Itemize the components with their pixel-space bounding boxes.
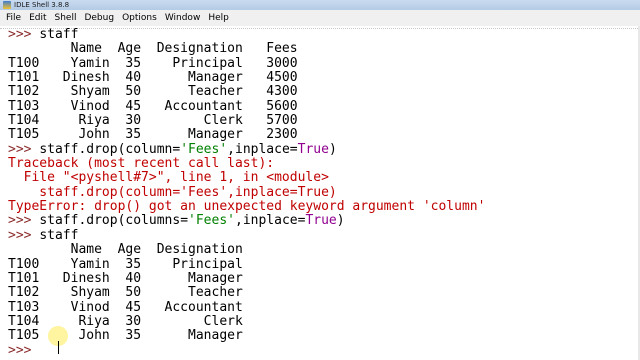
shell-text: T100 Yamin 35 Principal	[8, 256, 243, 272]
shell-text: ,inplace=	[227, 141, 298, 157]
shell-text: True	[297, 141, 329, 157]
shell-text: 'Fees'	[180, 141, 228, 157]
shell-line: Name Age Designation	[8, 242, 485, 258]
shell-prompt: >>>	[8, 342, 40, 358]
menu-options[interactable]: Options	[118, 13, 161, 23]
shell-text: T104 Riya 30 Clerk 5700	[8, 113, 298, 129]
shell-text: staff.drop(column='Fees',inplace=True)	[8, 184, 337, 200]
shell-line: Name Age Designation Fees	[8, 42, 485, 56]
shell-text: staff	[39, 27, 79, 42]
shell-output: >>> staff Name Age Designation Fees T100 …	[8, 27, 486, 358]
shell-line: TypeError: drop() got an unexpected keyw…	[8, 199, 486, 215]
shell-line: >>>	[8, 342, 485, 358]
menu-help[interactable]: Help	[204, 13, 233, 23]
shell-line: Traceback (most recent call last):	[8, 156, 485, 172]
shell-text: staff.drop(column=	[39, 141, 181, 157]
menu-edit[interactable]: Edit	[25, 13, 50, 23]
shell-text: T103 Vinod 45 Accountant	[8, 299, 243, 315]
shell-text: Name Age Designation	[8, 242, 243, 258]
shell-text: T104 Riya 30 Clerk	[8, 313, 243, 329]
shell-text: )	[336, 213, 345, 229]
shell-text: T102 Shyam 50 Teacher	[8, 285, 243, 301]
shell-text: T101 Dinesh 40 Manager 4500	[8, 70, 298, 86]
shell-text: T105 John 35 Manager 2300	[8, 127, 298, 143]
shell-prompt: >>>	[8, 227, 40, 243]
menu-file[interactable]: File	[0, 13, 25, 23]
shell-line: >>> staff.drop(column='Fees',inplace=Tru…	[8, 141, 485, 157]
shell-line: staff.drop(column='Fees',inplace=True)	[8, 184, 485, 200]
shell-line: T102 Shyam 50 Teacher	[8, 286, 485, 300]
shell-text: )	[328, 141, 337, 157]
shell-text: File "<pyshell#7>", line 1, in <module>	[8, 170, 329, 186]
shell-line: >>> staff	[8, 27, 485, 42]
shell-line: File "<pyshell#7>", line 1, in <module>	[8, 171, 485, 185]
shell-text: staff.drop(columns=	[39, 213, 189, 229]
shell-line: T101 Dinesh 40 Manager	[8, 270, 485, 286]
menu-debug[interactable]: Debug	[80, 13, 118, 23]
shell-line: T101 Dinesh 40 Manager 4500	[8, 70, 485, 86]
shell-text: T100 Yamin 35 Principal 3000	[8, 55, 298, 71]
shell-prompt: >>>	[8, 141, 40, 157]
shell-text: Traceback (most recent call last):	[8, 156, 275, 172]
window-title: IDLE Shell 3.8.8	[14, 1, 70, 9]
shell-line: T103 Vinod 45 Accountant	[8, 299, 485, 315]
shell-text-area[interactable]: >>> staff Name Age Designation Fees T100 …	[0, 26, 640, 360]
menu-shell[interactable]: Shell	[51, 13, 81, 23]
shell-text: T101 Dinesh 40 Manager	[8, 270, 243, 286]
shell-text: staff	[39, 227, 79, 243]
shell-text: True	[305, 213, 337, 229]
shell-text: Name Age Designation Fees	[8, 41, 298, 57]
shell-line: >>> staff.drop(columns='Fees',inplace=Tr…	[8, 214, 485, 228]
shell-text: T105 John 35 Manager	[8, 328, 243, 344]
shell-prompt: >>>	[8, 27, 40, 42]
shell-text: T103 Vinod 45 Accountant 5600	[8, 98, 298, 114]
shell-line: T103 Vinod 45 Accountant 5600	[8, 98, 485, 114]
shell-line: T100 Yamin 35 Principal 3000	[8, 55, 485, 71]
shell-text: 'Fees'	[188, 213, 235, 229]
shell-prompt: >>>	[8, 213, 40, 229]
shell-line: T104 Riya 30 Clerk	[8, 313, 485, 329]
shell-line: T104 Riya 30 Clerk 5700	[8, 113, 485, 129]
shell-line: >>> staff	[8, 227, 485, 243]
shell-line: T102 Shyam 50 Teacher 4300	[8, 85, 485, 99]
menu-window[interactable]: Window	[161, 13, 205, 23]
shell-line: T100 Yamin 35 Principal	[8, 256, 485, 272]
menu-bar: File Edit Shell Debug Options Window Hel…	[0, 10, 640, 27]
shell-line: T105 John 35 Manager	[8, 329, 485, 343]
shell-text: TypeError: drop() got an unexpected keyw…	[8, 199, 486, 215]
shell-text: ,inplace=	[235, 213, 306, 229]
text-caret	[58, 341, 59, 354]
shell-line: T105 John 35 Manager 2300	[8, 128, 485, 142]
shell-text: T102 Shyam 50 Teacher 4300	[8, 84, 298, 100]
idle-app-icon	[3, 1, 11, 9]
